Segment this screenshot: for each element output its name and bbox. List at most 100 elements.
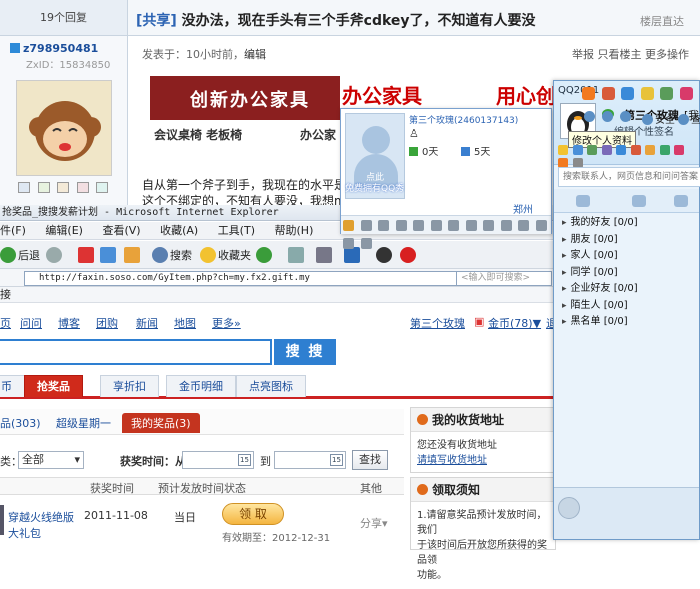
photo-icon[interactable] bbox=[448, 220, 459, 231]
contacts-tab-icon[interactable] bbox=[576, 195, 590, 207]
menu-view[interactable]: 查看(V) bbox=[102, 222, 140, 240]
type-select[interactable]: 全部 ▾ bbox=[18, 451, 84, 469]
pet-icon[interactable] bbox=[413, 220, 424, 231]
find-button[interactable]: 查 bbox=[676, 111, 700, 126]
mail-icon[interactable] bbox=[620, 111, 632, 122]
prize-name-2[interactable]: 大礼包 bbox=[8, 525, 41, 541]
group-my-friends[interactable]: 我的好友 [0/0] bbox=[554, 215, 699, 232]
menu-file[interactable]: 件(F) bbox=[0, 222, 26, 240]
chat-tab-icon[interactable] bbox=[632, 195, 646, 207]
qq-show-icon[interactable] bbox=[343, 220, 354, 231]
menu-help[interactable]: 帮助(H) bbox=[275, 222, 314, 240]
get-qq-show-link[interactable]: 免费拥有QQ秀 bbox=[345, 181, 445, 194]
calendar-icon[interactable]: 15 bbox=[238, 454, 251, 466]
share-dropdown[interactable]: 分享▾ bbox=[360, 515, 388, 531]
nav-home[interactable]: 页 bbox=[0, 315, 11, 331]
favorites-button[interactable]: 收藏夹 bbox=[200, 247, 251, 264]
author-avatar[interactable] bbox=[16, 80, 112, 176]
app-icon-4[interactable] bbox=[640, 87, 654, 100]
prize-name-1[interactable]: 穿越火线绝版 bbox=[8, 509, 74, 525]
subtab-all-prizes[interactable]: 品(303) bbox=[0, 415, 41, 431]
qzone-icon[interactable] bbox=[572, 145, 583, 155]
floor-jump-link[interactable]: 楼层直达 bbox=[640, 13, 684, 29]
red-diamond-icon[interactable] bbox=[343, 238, 354, 249]
blue-diamond-icon[interactable] bbox=[518, 220, 529, 231]
group-classmates[interactable]: 同学 [0/0] bbox=[554, 265, 699, 282]
recent-tab-icon[interactable] bbox=[674, 195, 688, 207]
wallet-icon[interactable] bbox=[616, 145, 626, 155]
group-family[interactable]: 家人 [0/0] bbox=[554, 248, 699, 265]
search-button[interactable]: 搜索 bbox=[152, 247, 192, 264]
nav-news[interactable]: 新闻 bbox=[136, 315, 158, 331]
calendar-icon[interactable]: 15 bbox=[330, 454, 343, 466]
prize-thumbnail[interactable] bbox=[0, 505, 4, 535]
diamond-icon[interactable] bbox=[500, 220, 512, 231]
print-button[interactable] bbox=[316, 247, 334, 264]
qq-menu-button[interactable] bbox=[558, 497, 580, 519]
yellow-diamond-icon[interactable] bbox=[535, 220, 547, 231]
mail-button[interactable] bbox=[288, 247, 306, 264]
music-icon[interactable] bbox=[395, 220, 407, 231]
app-icon-2[interactable] bbox=[601, 87, 615, 100]
toolbar-search-input[interactable]: <输入即可搜索> bbox=[456, 271, 552, 286]
app-icon-1[interactable] bbox=[582, 87, 595, 100]
nav-tuangou[interactable]: 团购 bbox=[96, 315, 118, 331]
menu-tools[interactable]: 工具(T) bbox=[218, 222, 255, 240]
subtab-my-prizes[interactable]: 我的奖品(3) bbox=[122, 413, 200, 433]
nav-more[interactable]: 更多» bbox=[212, 315, 241, 331]
shop-icon[interactable] bbox=[674, 145, 684, 155]
refresh-button[interactable] bbox=[100, 247, 118, 264]
nav-blog[interactable]: 博客 bbox=[58, 315, 80, 331]
contact-search-input[interactable]: 搜索联系人，网页信息和问问答案 bbox=[558, 167, 700, 187]
mail-icon[interactable] bbox=[587, 145, 597, 155]
game-icon[interactable] bbox=[378, 220, 389, 231]
app-icon-3[interactable] bbox=[621, 87, 634, 100]
author-name[interactable]: z798950481 bbox=[10, 42, 98, 55]
profile-icon[interactable] bbox=[57, 182, 69, 193]
site-search-input[interactable] bbox=[0, 339, 272, 365]
star-icon[interactable] bbox=[558, 145, 568, 155]
block-button[interactable] bbox=[400, 247, 418, 264]
nav-wenwen[interactable]: 问问 bbox=[20, 315, 42, 331]
fill-address-link[interactable]: 请填写收货地址 bbox=[417, 455, 487, 466]
back-button[interactable]: 后退 bbox=[0, 247, 40, 264]
qq-button[interactable] bbox=[376, 247, 394, 264]
user-link[interactable]: 第三个玫瑰 bbox=[410, 315, 465, 331]
subtab-super-monday[interactable]: 超级星期一 bbox=[56, 415, 111, 431]
mail-icon[interactable] bbox=[430, 220, 442, 231]
weibo-icon[interactable] bbox=[601, 145, 612, 155]
address-input[interactable]: http://faxin.soso.com/GyItem.php?ch=my.f… bbox=[24, 271, 478, 286]
tab-light-icon[interactable]: 点亮图标 bbox=[236, 375, 306, 397]
stop-button[interactable] bbox=[78, 247, 96, 264]
card-nickname[interactable]: 第三个玫瑰(2460137143) bbox=[409, 113, 518, 126]
member-icon[interactable] bbox=[465, 220, 477, 231]
coin-link[interactable]: 金币(78)▼ bbox=[488, 315, 541, 331]
music-icon[interactable] bbox=[630, 145, 641, 155]
home-button[interactable] bbox=[124, 247, 142, 264]
find-button[interactable]: 查找 bbox=[352, 450, 388, 470]
edit-link[interactable]: 编辑 bbox=[244, 48, 266, 61]
qzone-icon[interactable] bbox=[360, 220, 372, 231]
forward-button[interactable] bbox=[46, 247, 64, 264]
history-button[interactable] bbox=[256, 247, 274, 264]
group-enterprise[interactable]: 企业好友 [0/0] bbox=[554, 281, 699, 298]
system-menu-icon[interactable] bbox=[584, 111, 595, 122]
tab-discount[interactable]: 享折扣 bbox=[100, 375, 159, 397]
group-strangers[interactable]: 陌生人 [0/0] bbox=[554, 298, 699, 315]
app-icon-6[interactable] bbox=[679, 87, 693, 100]
tab-grab-prize[interactable]: 抢奖品 bbox=[24, 375, 83, 397]
tab-coin[interactable]: 币 bbox=[0, 375, 25, 397]
menu-favorites[interactable]: 收藏(A) bbox=[160, 222, 198, 240]
add-friend-icon[interactable] bbox=[37, 182, 50, 193]
message-icon[interactable] bbox=[18, 182, 30, 193]
qq-icon[interactable] bbox=[76, 182, 89, 193]
nav-map[interactable]: 地图 bbox=[174, 315, 196, 331]
vip-icon[interactable] bbox=[483, 220, 494, 231]
app-icon-5[interactable] bbox=[660, 87, 673, 100]
game-icon[interactable] bbox=[645, 145, 655, 155]
group-friends[interactable]: 朋友 [0/0] bbox=[554, 232, 699, 249]
start-date-input[interactable]: 15 bbox=[182, 451, 254, 469]
site-search-button[interactable]: 搜 搜 bbox=[274, 339, 336, 365]
space-icon[interactable] bbox=[96, 182, 108, 193]
tab-coin-detail[interactable]: 金币明细 bbox=[166, 375, 236, 397]
